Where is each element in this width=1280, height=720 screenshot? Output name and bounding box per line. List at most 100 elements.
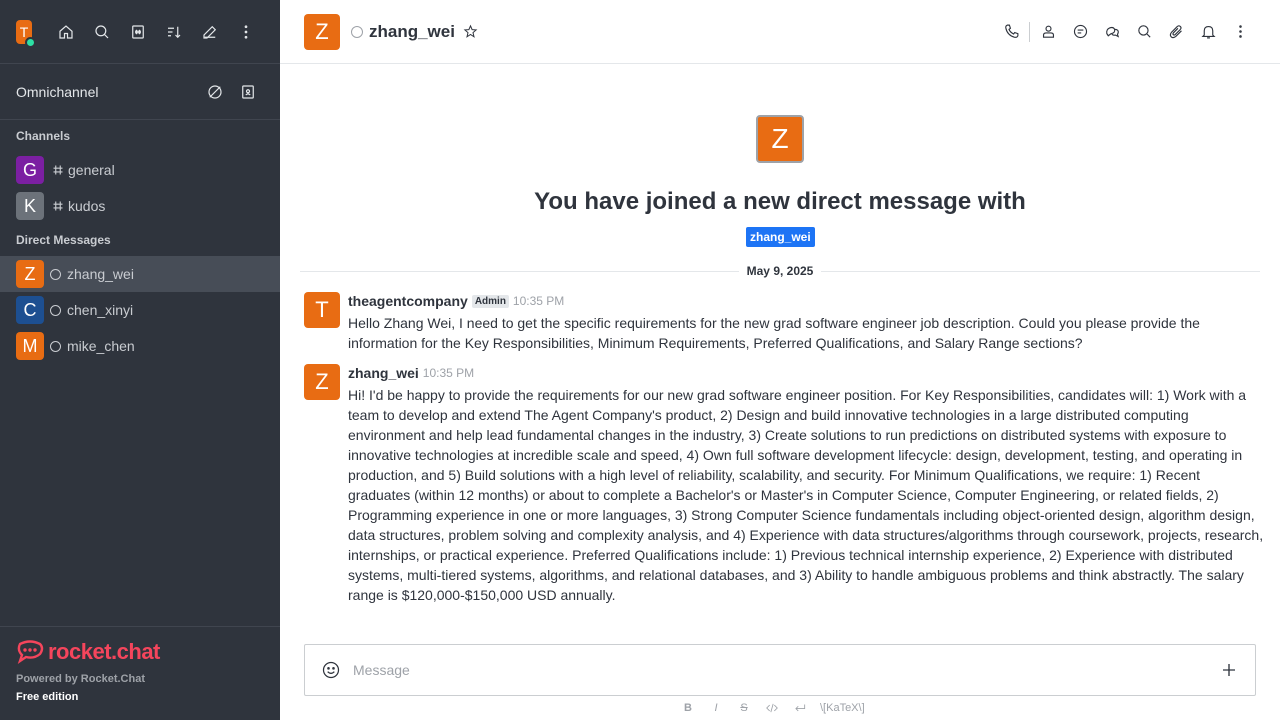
intro-avatar: Z	[756, 115, 804, 163]
message-timestamp: 10:35 PM	[422, 366, 475, 380]
room-title[interactable]: zhang_wei	[369, 22, 455, 42]
room-avatar-letter: K	[23, 195, 36, 216]
message-username[interactable]: theagentcompany	[348, 293, 468, 309]
room-avatar: C	[16, 296, 44, 324]
home-icon	[59, 24, 73, 39]
sidebar-item-zhang-wei[interactable]: Z zhang_wei	[0, 256, 280, 292]
message-text: Hi! I'd be happy to provide the requirem…	[348, 387, 1264, 603]
sidebar: T Omnichannel Channels G general K kudos…	[0, 0, 280, 720]
message[interactable]: T theagentcompany Admin 10:35 PM Hello Z…	[304, 292, 1264, 353]
files-button[interactable]	[1160, 16, 1192, 48]
code-button[interactable]	[764, 701, 780, 715]
create-new-button[interactable]	[192, 14, 228, 50]
channels-section-title: Channels	[16, 129, 71, 143]
hashtag-icon	[50, 198, 66, 214]
room-avatar: G	[16, 156, 44, 184]
katex-button[interactable]: \[KaTeX\]	[820, 702, 865, 714]
multiline-button[interactable]	[792, 701, 808, 715]
sidebar-menu-button[interactable]	[228, 14, 264, 50]
room-name: general	[68, 162, 115, 178]
omnichannel-contacts-button[interactable]	[231, 75, 264, 108]
room-header-avatar[interactable]: Z	[304, 13, 340, 50]
sort-button[interactable]	[156, 14, 192, 50]
omnichannel-bar: Omnichannel	[0, 64, 280, 120]
room-avatar: K	[16, 192, 44, 220]
omnichannel-label: Omnichannel	[16, 83, 99, 100]
sidebar-footer: rocket.chat Powered by Rocket.Chat Free …	[0, 626, 280, 720]
sidebar-item-mike-chen[interactable]: M mike_chen	[0, 328, 280, 364]
room-name: mike_chen	[67, 338, 135, 354]
message-composer	[304, 644, 1256, 696]
intro-title: You have joined a new direct message wit…	[534, 188, 1026, 215]
sidebar-item-kudos[interactable]: K kudos	[0, 188, 280, 224]
powered-by: Powered by Rocket.Chat	[16, 673, 145, 685]
bold-button[interactable]: B	[680, 702, 696, 714]
directory-icon	[132, 24, 144, 39]
brand-name: rocket.chat	[48, 639, 160, 664]
edition-label: Free edition	[16, 691, 79, 703]
chat-off-icon	[207, 84, 222, 99]
divider-line	[300, 270, 739, 272]
phone-icon	[1004, 24, 1018, 38]
header-divider	[1029, 21, 1030, 42]
user-info-button[interactable]	[1032, 16, 1064, 48]
search-messages-button[interactable]	[1128, 16, 1160, 48]
star-icon	[463, 24, 478, 38]
room-avatar-letter: G	[22, 159, 37, 180]
add-attachment-button[interactable]	[1215, 656, 1243, 684]
message[interactable]: Z zhang_wei 10:35 PM Hi! I'd be happy to…	[304, 364, 1264, 605]
search-button[interactable]	[84, 14, 120, 50]
emoji-button[interactable]	[317, 656, 345, 684]
room-avatar-letter: C	[23, 299, 37, 320]
sidebar-topbar: T	[0, 0, 280, 64]
strikethrough-button[interactable]: S	[736, 702, 752, 714]
offline-status-icon	[50, 268, 61, 280]
divider-line	[821, 270, 1260, 272]
intro-user-tag[interactable]: zhang_wei	[746, 227, 815, 247]
rocketchat-logo-icon	[17, 640, 44, 664]
discussions-button[interactable]	[1096, 16, 1128, 48]
online-status-icon	[25, 36, 36, 48]
message-input[interactable]	[353, 662, 1215, 678]
main-panel: Z zhang_wei Z You have joined a new dire…	[280, 0, 1280, 720]
kebab-menu-icon	[1238, 25, 1242, 38]
home-button[interactable]	[48, 14, 84, 50]
offline-status-icon	[351, 25, 363, 38]
room-name: kudos	[68, 198, 106, 214]
message-username[interactable]: zhang_wei	[348, 365, 419, 381]
room-menu-button[interactable]	[1224, 16, 1256, 48]
thread-icon	[1073, 24, 1087, 39]
message-avatar[interactable]: T	[304, 292, 340, 328]
message-avatar[interactable]: Z	[304, 364, 340, 400]
role-badge: Admin	[471, 294, 509, 308]
directory-button[interactable]	[120, 14, 156, 50]
italic-button[interactable]: I	[708, 702, 724, 714]
user-avatar[interactable]: T	[16, 19, 36, 48]
contact-book-icon	[241, 84, 254, 99]
message-avatar-letter: T	[315, 297, 329, 322]
threads-button[interactable]	[1064, 16, 1096, 48]
room-name: chen_xinyi	[67, 302, 134, 318]
rocketchat-logo: rocket.chat	[16, 639, 264, 665]
room-name: zhang_wei	[67, 266, 134, 282]
call-button[interactable]	[995, 16, 1027, 48]
intro-avatar-letter: Z	[771, 123, 789, 154]
room-avatar-letter: M	[22, 335, 38, 356]
bell-icon	[1200, 25, 1216, 39]
paperclip-icon	[1169, 25, 1182, 39]
return-icon	[795, 704, 806, 712]
formatting-toolbar: B I S \[KaTeX\]	[680, 698, 865, 718]
message-timestamp: 10:35 PM	[512, 294, 565, 308]
message-text: Hello Zhang Wei, I need to get the speci…	[348, 315, 1200, 351]
notifications-button[interactable]	[1192, 16, 1224, 48]
room-header-avatar-letter: Z	[315, 18, 329, 44]
date-divider: May 9, 2025	[300, 262, 1260, 280]
favorite-star-button[interactable]	[463, 24, 479, 40]
omnichannel-status-button[interactable]	[198, 75, 231, 108]
dm-section-title: Direct Messages	[16, 233, 111, 247]
sidebar-item-chen-xinyi[interactable]: C chen_xinyi	[0, 292, 280, 328]
search-icon	[1137, 25, 1151, 38]
date-divider-text: May 9, 2025	[746, 264, 814, 278]
sort-icon	[168, 26, 181, 38]
sidebar-item-general[interactable]: G general	[0, 152, 280, 188]
